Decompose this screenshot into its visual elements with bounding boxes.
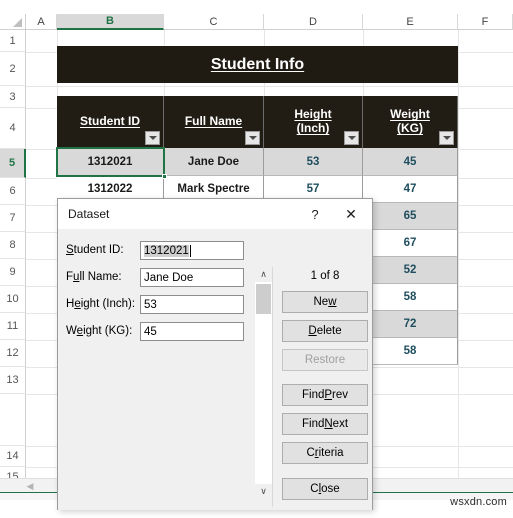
row-header-4[interactable]: 4 (0, 108, 26, 149)
cell-e9[interactable]: 52 (363, 257, 458, 284)
header-label-height-line2: (Inch) (296, 121, 330, 135)
input-student-id[interactable]: 1312021 (140, 241, 244, 260)
help-icon[interactable]: ? (304, 203, 326, 225)
column-header-e[interactable]: E (363, 14, 458, 30)
close-icon[interactable]: ✕ (336, 203, 366, 225)
table-header-height: Height (Inch) (264, 96, 363, 148)
table-title-text: Student Info (210, 55, 305, 73)
row-header-13[interactable]: 13 (0, 367, 26, 394)
table-header-full-name: Full Name (164, 96, 264, 148)
row-header-3[interactable]: 3 (0, 86, 26, 108)
row-header-8[interactable]: 8 (0, 232, 26, 259)
row-header-6[interactable]: 6 (0, 178, 26, 205)
select-all-triangle-icon (13, 18, 22, 27)
filter-dropdown-full-name[interactable] (245, 131, 260, 145)
scroll-left-icon[interactable]: ◀ (25, 481, 35, 491)
table-header-weight: Weight (KG) (363, 96, 458, 148)
input-full-name-value: Jane Doe (144, 271, 194, 284)
chevron-down-icon (347, 136, 356, 140)
header-label-height-line1: Height (294, 107, 332, 122)
cell-c5[interactable]: Jane Doe (164, 148, 264, 176)
row-header-7[interactable]: 7 (0, 205, 26, 232)
table-title-banner: Student Info (57, 46, 458, 83)
row-header-spacer (0, 394, 26, 446)
column-header-c[interactable]: C (164, 14, 264, 30)
data-form-dialog: Dataset ? ✕ Student ID: 1312021 Full Nam… (57, 198, 373, 510)
label-student-id: Student ID: (66, 244, 124, 256)
input-height-value: 53 (144, 298, 157, 311)
label-full-name: Full Name: (66, 271, 122, 283)
row-header-14[interactable]: 14 (0, 446, 26, 467)
criteria-button[interactable]: Cr iteria (282, 442, 368, 464)
filter-dropdown-student-id[interactable] (145, 131, 160, 145)
close-button[interactable]: Cl ose (282, 478, 368, 500)
row-header-12[interactable]: 12 (0, 340, 26, 367)
cell-d5[interactable]: 53 (264, 148, 363, 176)
scrollbar-thumb[interactable] (256, 284, 271, 314)
field-row-full-name: Full Name: Jane Doe (58, 268, 248, 288)
table-header-student-id: Student ID (57, 96, 164, 148)
chevron-down-icon (248, 136, 257, 140)
dialog-title-text: Dataset (68, 207, 110, 221)
accel-s: S (66, 244, 74, 256)
header-label-weight-line1: Weight (390, 107, 430, 122)
dialog-title-bar[interactable]: Dataset ? ✕ (58, 199, 372, 229)
find-next-button[interactable]: Find Next (282, 413, 368, 435)
dialog-divider (272, 267, 273, 507)
cell-e5[interactable]: 45 (363, 148, 458, 176)
input-full-name[interactable]: Jane Doe (140, 268, 244, 287)
label-weight: Weight (KG): (66, 325, 133, 337)
filter-dropdown-weight[interactable] (439, 131, 454, 145)
cell-e6[interactable]: 47 (363, 176, 458, 203)
new-button[interactable]: Ne w (282, 291, 368, 313)
select-all-corner[interactable] (0, 14, 26, 30)
input-student-id-value: 1312021 (144, 244, 189, 257)
row-header-2[interactable]: 2 (0, 52, 26, 86)
row-header-5[interactable]: 5 (0, 149, 26, 178)
record-counter: 1 of 8 (310, 270, 340, 282)
delete-button[interactable]: Delete (282, 320, 368, 342)
input-height[interactable]: 53 (140, 295, 244, 314)
chevron-down-icon (148, 136, 157, 140)
cell-e11[interactable]: 72 (363, 311, 458, 338)
cell-e12[interactable]: 58 (363, 338, 458, 365)
header-label-weight-line2: (KG) (397, 121, 423, 135)
column-header-f[interactable]: F (458, 14, 513, 30)
field-row-height: Height (Inch): 53 (58, 295, 248, 315)
restore-button: Restore (282, 349, 368, 371)
cell-e10[interactable]: 58 (363, 284, 458, 311)
cell-e8[interactable]: 67 (363, 230, 458, 257)
field-row-student-id: Student ID: 1312021 (58, 241, 248, 261)
cell-e7[interactable]: 65 (363, 203, 458, 230)
column-header-a[interactable]: A (26, 14, 57, 30)
chevron-down-icon (442, 136, 451, 140)
watermark: wsxdn.com (450, 496, 507, 508)
filter-dropdown-height[interactable] (344, 131, 359, 145)
header-label-full-name: Full Name (184, 114, 243, 129)
header-label-student-id: Student ID (80, 114, 140, 129)
excel-window: A B C D E F 1 2 3 4 5 6 7 8 9 10 11 12 1… (0, 0, 513, 518)
row-header-1[interactable]: 1 (0, 30, 26, 52)
cell-b5[interactable]: 1312021 (57, 148, 164, 176)
text-caret (189, 244, 191, 257)
scroll-down-icon[interactable]: ∨ (255, 484, 272, 499)
fill-handle[interactable] (162, 174, 167, 179)
row-header-11[interactable]: 11 (0, 313, 26, 340)
column-header-d[interactable]: D (264, 14, 363, 30)
scroll-up-icon[interactable]: ∧ (255, 267, 272, 282)
column-header-b[interactable]: B (57, 14, 164, 30)
record-scrollbar[interactable]: ∧ ∨ (255, 267, 272, 499)
dialog-body: Student ID: 1312021 Full Name: Jane Doe … (58, 229, 372, 510)
input-weight[interactable]: 45 (140, 322, 244, 341)
label-height: Height (Inch): (66, 298, 136, 310)
find-prev-button[interactable]: Find Prev (282, 384, 368, 406)
row-header-10[interactable]: 10 (0, 286, 26, 313)
input-weight-value: 45 (144, 325, 157, 338)
row-header-9[interactable]: 9 (0, 259, 26, 286)
field-row-weight: Weight (KG): 45 (58, 322, 248, 342)
